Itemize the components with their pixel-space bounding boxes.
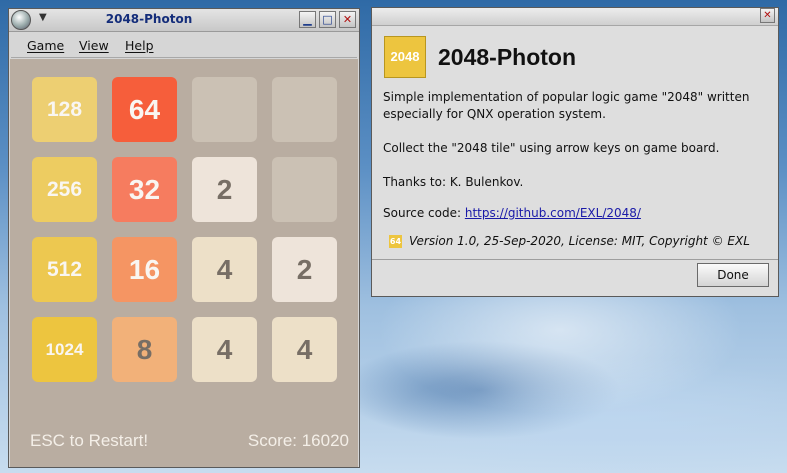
about-source-row: Source code: https://github.com/EXL/2048…: [383, 205, 641, 222]
tile-512: 512: [32, 237, 97, 302]
divider: [372, 259, 778, 260]
about-close-button[interactable]: ✕: [760, 8, 775, 23]
game-window: ▼ 2048-Photon ▁ □ ✕ Game View Help 128 64…: [8, 8, 360, 468]
about-instruction: Collect the "2048 tile" using arrow keys…: [383, 141, 720, 155]
about-title: 2048-Photon: [438, 44, 577, 70]
tile-32: 32: [112, 157, 177, 222]
tile-4: 4: [272, 317, 337, 382]
tile-1024: 1024: [32, 317, 97, 382]
score-display: Score: 16020: [247, 431, 349, 450]
about-thanks: Thanks to: K. Bulenkov.: [383, 175, 524, 189]
tile-128: 128: [32, 77, 97, 142]
tile-8: 8: [112, 317, 177, 382]
maximize-button[interactable]: □: [319, 11, 336, 28]
source-label: Source code:: [383, 206, 462, 220]
tile-4: 4: [192, 237, 257, 302]
tile-2: 2: [272, 237, 337, 302]
game-board[interactable]: 128 64 256 32 2 512 16 4 2 1024 8 4 4 ESC to Restart…: [10, 59, 358, 467]
about-dialog: ✕ 2048 2048-Photon Simple implementation…: [371, 7, 779, 297]
menu-help[interactable]: Help: [125, 38, 154, 53]
about-description-line2: especially for QNX operation system.: [383, 107, 606, 121]
minimize-button[interactable]: ▁: [299, 11, 316, 28]
tile-empty: [192, 77, 257, 142]
app-logo-icon: 2048: [384, 36, 426, 78]
game-window-title: 2048-Photon: [105, 12, 193, 26]
restart-hint: ESC to Restart!: [30, 431, 149, 450]
tile-256: 256: [32, 157, 97, 222]
tile-64: 64: [112, 77, 177, 142]
tile-2: 2: [192, 157, 257, 222]
menubar: Game View Help: [11, 33, 357, 58]
tile-4: 4: [192, 317, 257, 382]
source-link[interactable]: https://github.com/EXL/2048/: [465, 206, 641, 220]
tile-empty: [272, 77, 337, 142]
menu-view[interactable]: View: [79, 38, 109, 53]
close-button[interactable]: ✕: [339, 11, 356, 28]
tile-16: 16: [112, 237, 177, 302]
about-titlebar[interactable]: ✕: [372, 8, 778, 26]
version-tile-icon: 64: [389, 235, 402, 248]
tile-empty: [272, 157, 337, 222]
about-description-line1: Simple implementation of popular logic g…: [383, 90, 750, 104]
done-button[interactable]: Done: [697, 263, 769, 287]
menu-game[interactable]: Game: [27, 38, 64, 53]
game-titlebar[interactable]: ▼ 2048-Photon ▁ □ ✕: [9, 9, 359, 32]
version-info: Version 1.0, 25-Sep-2020, License: MIT, …: [409, 234, 750, 248]
